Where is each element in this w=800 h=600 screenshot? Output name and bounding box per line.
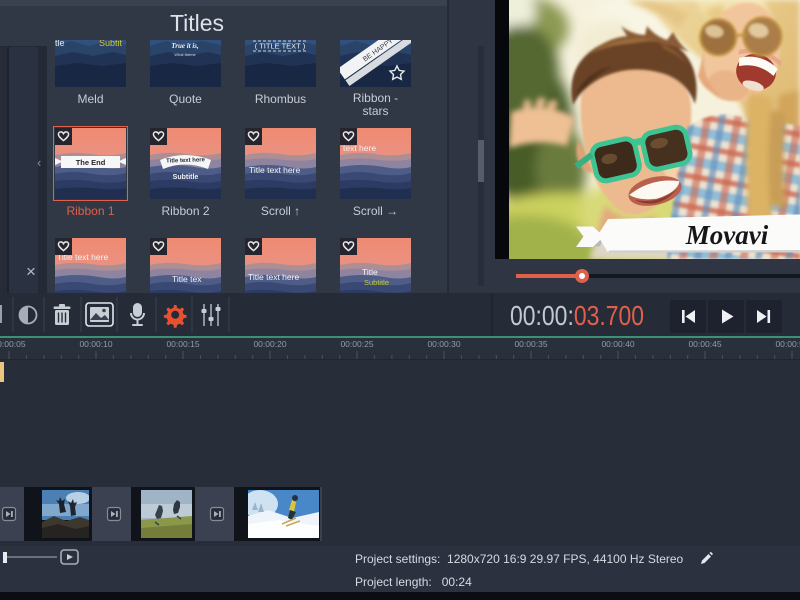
svg-text:Title: Title bbox=[362, 267, 378, 277]
svg-text:Subtitle: Subtitle bbox=[173, 174, 199, 181]
svg-text:itle: itle bbox=[55, 40, 65, 48]
svg-text:Title text here: Title text here bbox=[248, 272, 299, 282]
svg-text:Title tex: Title tex bbox=[172, 274, 202, 284]
svg-text:True it is,: True it is, bbox=[171, 42, 199, 50]
svg-text:What theme: What theme bbox=[174, 52, 196, 57]
svg-text:Subtit: Subtit bbox=[99, 40, 123, 48]
svg-text:Subtitle: Subtitle bbox=[364, 278, 389, 287]
svg-text:Title text here: Title text here bbox=[249, 165, 300, 175]
svg-text:The End: The End bbox=[76, 158, 106, 167]
svg-text:Movavi: Movavi bbox=[685, 220, 769, 250]
svg-text:( TITLE TEXT ): ( TITLE TEXT ) bbox=[255, 42, 306, 51]
